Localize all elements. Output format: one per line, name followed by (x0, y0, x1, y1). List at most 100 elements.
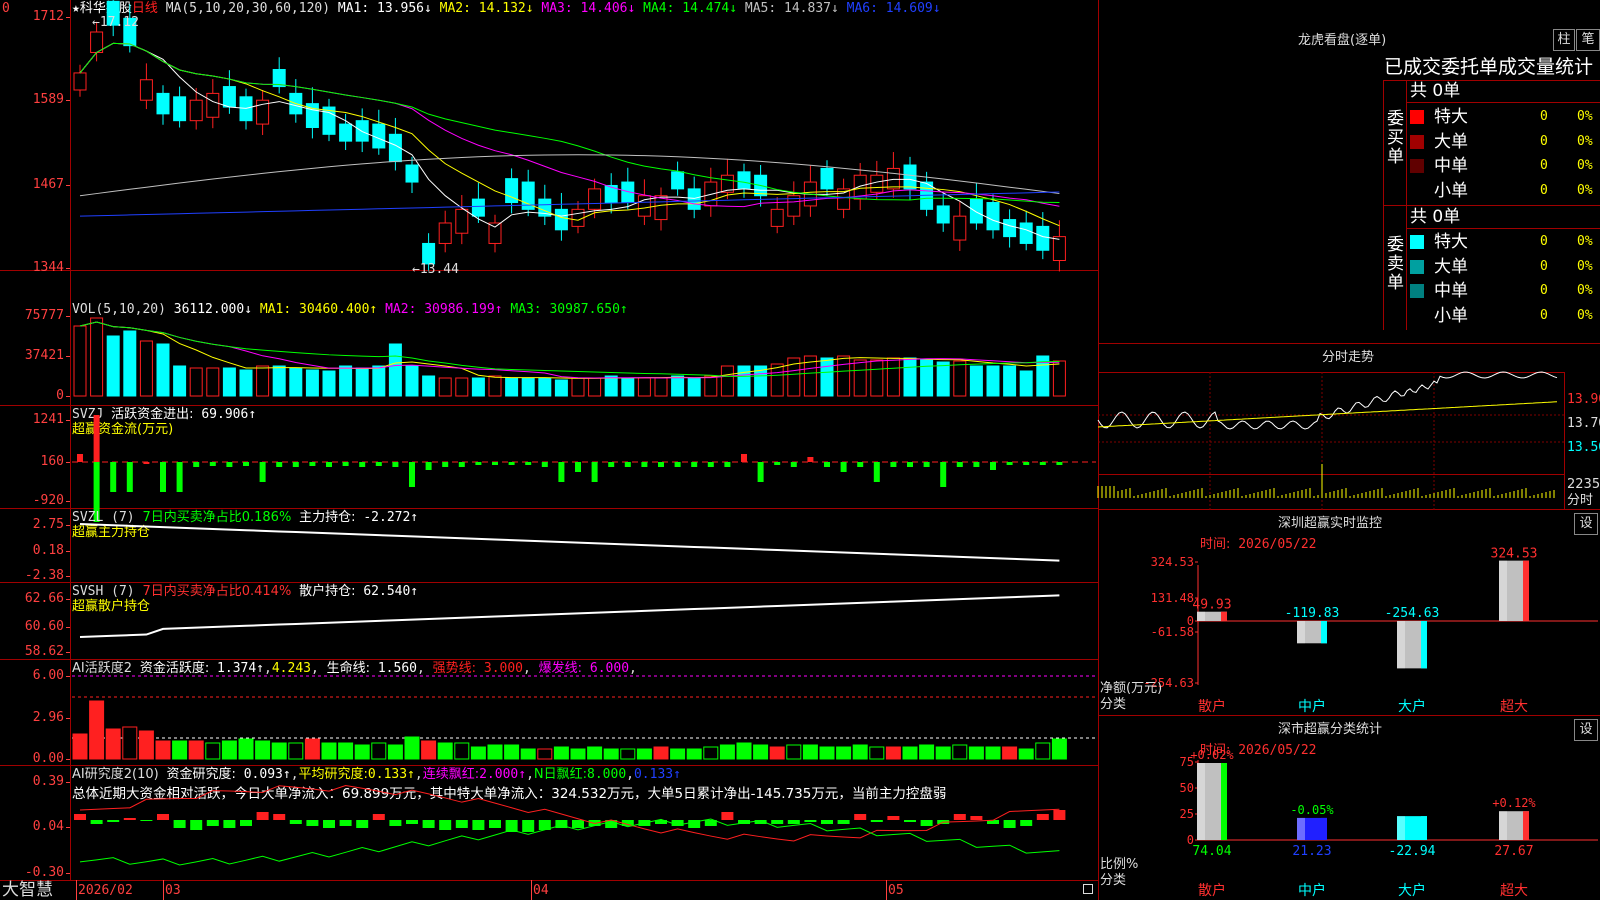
volume-bar (538, 377, 552, 397)
ai-research-chart[interactable] (0, 765, 1098, 880)
research-bar (920, 820, 933, 826)
research-bar (372, 814, 385, 820)
volume-bar (737, 365, 751, 397)
lock-icon[interactable] (1083, 884, 1093, 894)
volume-bar (654, 377, 668, 397)
row-name: 小单 (1434, 305, 1468, 326)
bottom-axis-line (0, 880, 1098, 881)
candlestick-chart[interactable] (0, 0, 1098, 272)
activity-bar (587, 746, 603, 760)
intraday-vol-label: 2235 (1567, 477, 1600, 492)
candle-body (936, 205, 950, 224)
high-price-value: 17.12 (99, 15, 139, 30)
bar-category-label: 中户 (1298, 882, 1326, 899)
bar-y-label: 324.53 (1151, 555, 1194, 569)
bar-edge (1221, 611, 1227, 621)
svsh-chart[interactable] (0, 582, 1098, 659)
fund-flow-bar (774, 462, 781, 465)
activity-bar (1002, 746, 1018, 760)
intraday-price-label: 13.50 (1567, 440, 1600, 455)
date-label: 05 (888, 883, 904, 898)
volume-bar (621, 377, 635, 397)
fund-flow-bar (541, 462, 548, 467)
candle-body (969, 198, 983, 224)
activity-bar (89, 700, 105, 760)
volume-chart[interactable] (0, 270, 1098, 405)
research-bar (173, 820, 186, 828)
bar-1 (1297, 621, 1327, 644)
fund-flow-bar (409, 462, 415, 487)
candle-body (671, 171, 685, 190)
activity-bar (504, 744, 520, 760)
activity-bar (703, 746, 719, 760)
bar-2 (1397, 816, 1427, 840)
research-bar (157, 814, 169, 820)
candle-body (1019, 222, 1033, 244)
activity-bar (454, 742, 470, 760)
row-count: 0 (1540, 109, 1548, 124)
svzl-chart[interactable] (0, 508, 1098, 582)
volume-bar (1052, 360, 1066, 397)
candle-body (73, 72, 87, 91)
tick-mode-button[interactable]: 笔 (1576, 29, 1600, 51)
research-bar (140, 820, 153, 821)
intraday-title: 分时走势 (1322, 350, 1375, 365)
volume-bar (488, 375, 502, 397)
activity-bar (404, 736, 420, 760)
row-name: 中单 (1434, 281, 1468, 301)
activity-bar (421, 740, 437, 760)
ma6-line (79, 191, 1060, 217)
fund-flow-bar (1056, 462, 1063, 465)
volume-bar (422, 375, 436, 397)
activity-bar (869, 746, 885, 760)
fund-flow-bar (873, 462, 880, 482)
fund-flow-bar (990, 462, 996, 470)
activity-bar (1035, 742, 1051, 760)
bar-change-label: +0.12% (1492, 796, 1536, 810)
sz-class-chart[interactable]: 755025074.04+0.02%散户21.23-0.05%中户-22.94大… (1098, 715, 1600, 900)
fund-flow-bar (425, 462, 432, 470)
candle-body (355, 120, 369, 142)
activity-bar (221, 740, 237, 760)
color-swatch (1410, 308, 1424, 323)
activity-bar (802, 744, 818, 760)
color-swatch (1410, 159, 1424, 173)
volume-bar (886, 357, 900, 397)
bar-y-label: 50 (1180, 781, 1194, 795)
research-bar (472, 820, 485, 830)
color-swatch (1410, 259, 1424, 274)
svzj-chart[interactable] (0, 405, 1098, 522)
bar-y-label: 131.48 (1151, 591, 1194, 605)
volume-bar (239, 369, 253, 397)
volume-bar (554, 379, 568, 397)
activity-bar (603, 748, 619, 760)
volume-bar (73, 325, 87, 397)
activity-bar (387, 744, 403, 760)
activity-bar (1051, 738, 1067, 760)
fund-flow-bar (93, 415, 100, 462)
volume-bar (206, 367, 220, 397)
fund-flow-bar (973, 462, 980, 467)
activity-bar (985, 746, 1001, 760)
sz-monitor-chart[interactable]: 324.53131.480-61.58-254.6349.93散户-119.83… (1098, 515, 1600, 715)
research-bar (1036, 814, 1049, 820)
row-pct: 0% (1577, 182, 1593, 198)
research-bar (107, 820, 120, 822)
activity-bar (271, 742, 287, 760)
intraday-chart[interactable] (1097, 370, 1600, 510)
activity-bar (138, 730, 154, 760)
bar-edge (1421, 621, 1427, 669)
bar-mode-button[interactable]: 柱 (1553, 29, 1575, 51)
activity-bar (952, 744, 968, 760)
research-bar (837, 820, 850, 824)
bar-value-label: 49.93 (1192, 598, 1231, 613)
bar-highlight (1499, 811, 1507, 840)
panel-divider (1098, 343, 1600, 344)
ma2-line (79, 42, 1060, 227)
ai-active-chart[interactable] (0, 659, 1098, 765)
fund-flow-bar (840, 462, 847, 472)
fund-flow-bar (674, 462, 681, 467)
row-count: 0 (1540, 283, 1548, 298)
research-bar (489, 820, 501, 828)
volume-bar (521, 377, 535, 397)
